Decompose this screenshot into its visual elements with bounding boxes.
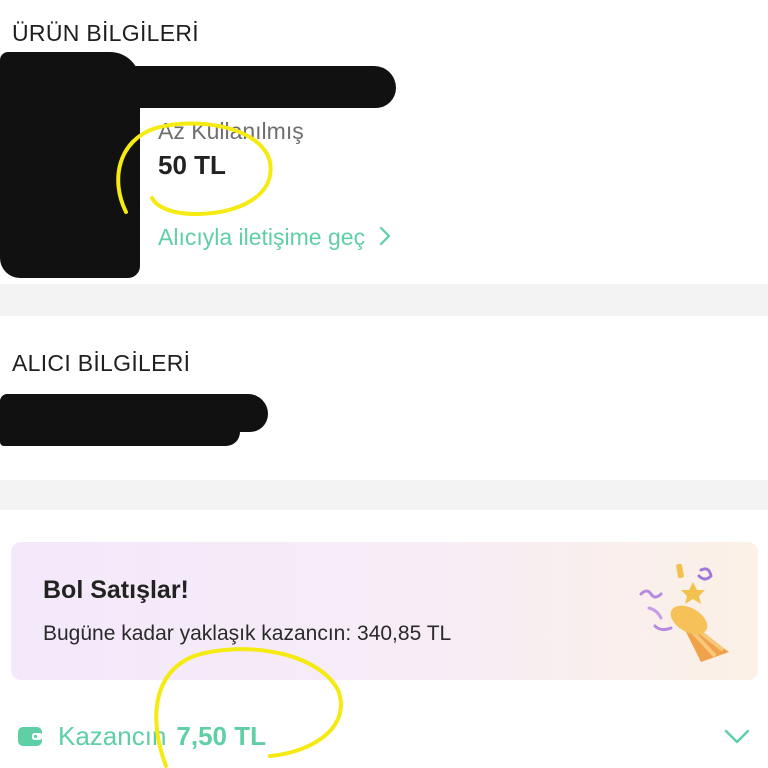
party-popper-icon xyxy=(631,558,741,668)
banner-subtitle: Bugüne kadar yaklaşık kazancın: 340,85 T… xyxy=(43,622,452,645)
banner-title: Bol Satışlar! xyxy=(43,576,189,604)
product-condition: Az Kullanılmış xyxy=(158,118,304,144)
earnings-value: 7,50 TL xyxy=(176,720,266,751)
chevron-right-icon xyxy=(379,226,391,250)
sales-banner: Bol Satışlar! Bugüne kadar yaklaşık kaza… xyxy=(11,542,758,680)
wallet-icon xyxy=(16,722,44,750)
redacted-product-name xyxy=(30,66,396,108)
earnings-row[interactable]: Kazancın 7,50 TL xyxy=(16,716,756,756)
section-divider xyxy=(0,480,768,510)
chevron-down-icon[interactable] xyxy=(722,722,752,750)
redacted-buyer-name-tail xyxy=(0,420,240,446)
section-divider xyxy=(0,284,768,316)
product-price: 50 TL xyxy=(158,150,226,180)
buyer-section-title: ALICI BİLGİLERİ xyxy=(12,350,191,376)
contact-buyer-label: Alıcıyla iletişime geç xyxy=(158,224,366,250)
earnings-label: Kazancın xyxy=(58,720,167,751)
product-section-title: ÜRÜN BİLGİLERİ xyxy=(12,20,199,46)
buyer-info-section: ALICI BİLGİLERİ xyxy=(0,316,768,480)
earnings-section: Bol Satışlar! Bugüne kadar yaklaşık kaza… xyxy=(0,510,768,768)
product-info-section: ÜRÜN BİLGİLERİ Az Kullanılmış 50 TL Alıc… xyxy=(0,0,768,284)
contact-buyer-link[interactable]: Alıcıyla iletişime geç xyxy=(158,224,391,251)
